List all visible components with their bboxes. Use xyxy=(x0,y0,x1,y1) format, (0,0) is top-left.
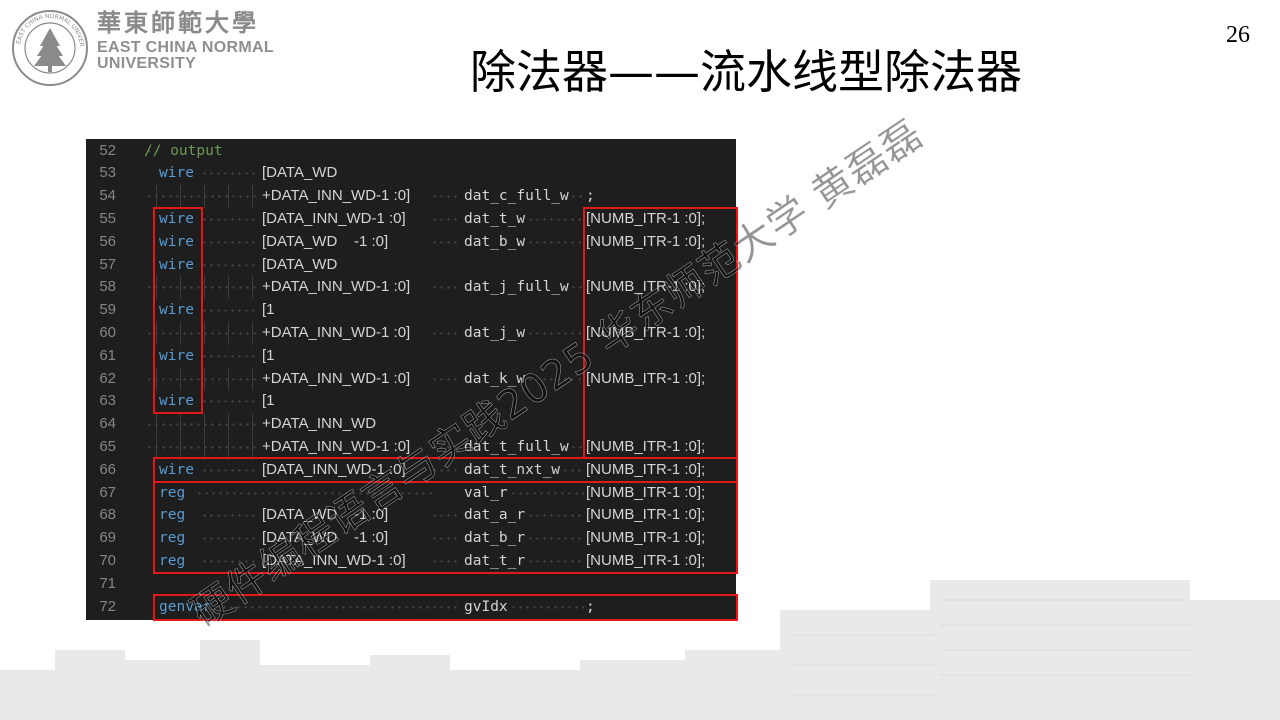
code-line: 54 +DATA_INN_WD-1 :0] dat_c_full_w; xyxy=(86,185,736,208)
code-bit-range: +DATA_INN_WD-1 :0] xyxy=(262,278,411,296)
indent-guide xyxy=(180,435,181,459)
whitespace-dots xyxy=(201,253,259,277)
indent-guide xyxy=(252,367,253,391)
whitespace-dots xyxy=(201,162,259,186)
indent-guide xyxy=(252,321,253,345)
university-name-en-line1: EAST CHINA NORMAL xyxy=(97,39,274,56)
indent-guide xyxy=(204,367,205,391)
indent-guide xyxy=(156,435,157,459)
line-number: 53 xyxy=(99,164,116,182)
indent-guide xyxy=(156,185,157,208)
whitespace-dots xyxy=(431,207,461,231)
line-number: 61 xyxy=(99,346,116,364)
line-number: 52 xyxy=(99,141,116,159)
code-identifier: dat_b_w xyxy=(464,233,526,250)
whitespace-dots xyxy=(526,230,584,254)
whitespace-dots xyxy=(570,276,584,300)
university-seal-logo: EAST CHINA NORMAL UNIVERSITY xyxy=(10,8,88,86)
indent-guide xyxy=(228,367,229,391)
indent-guide xyxy=(180,413,181,436)
indent-guide xyxy=(204,185,205,208)
whitespace-dots xyxy=(201,299,259,322)
highlight-box-wire-keywords xyxy=(153,207,203,414)
line-number: 59 xyxy=(99,301,116,319)
university-name-en: EAST CHINA NORMAL UNIVERSITY xyxy=(97,40,274,72)
line-number: 55 xyxy=(99,209,116,227)
university-name-cn: 華東師範大學 xyxy=(97,8,259,37)
line-number: 54 xyxy=(99,187,116,205)
line-number: 65 xyxy=(99,437,116,455)
indent-guide xyxy=(228,276,229,300)
indent-guide xyxy=(228,185,229,208)
whitespace-dots xyxy=(431,276,461,300)
code-bit-range: [1 xyxy=(262,392,275,410)
whitespace-dots xyxy=(526,207,584,231)
code-bit-range: [1 xyxy=(262,301,275,319)
line-number: 62 xyxy=(99,369,116,387)
whitespace-dots xyxy=(201,230,259,254)
page-number: 26 xyxy=(1226,22,1250,48)
code-bit-range: [DATA_WD -1 :0] xyxy=(262,232,389,250)
whitespace-dots xyxy=(431,230,461,254)
code-line: 52 // output xyxy=(86,139,736,163)
whitespace-dots xyxy=(201,344,259,368)
whitespace-dots xyxy=(570,185,584,208)
indent-guide xyxy=(228,321,229,345)
line-number: 68 xyxy=(99,506,116,524)
indent-guide xyxy=(156,413,157,436)
code-bit-range: [DATA_WD xyxy=(262,255,338,273)
line-number: 60 xyxy=(99,323,116,341)
indent-guide xyxy=(228,413,229,436)
line-number: 72 xyxy=(99,597,116,615)
whitespace-dots xyxy=(570,435,584,459)
line-number: 70 xyxy=(99,551,116,569)
whitespace-dots xyxy=(431,321,461,345)
code-identifier: dat_t_w xyxy=(464,210,526,227)
code-identifier: dat_j_full_w xyxy=(464,279,569,296)
code-bit-range: +DATA_INN_WD-1 :0] xyxy=(262,323,411,341)
indent-guide xyxy=(204,276,205,300)
university-name-en-line2: UNIVERSITY xyxy=(97,55,197,72)
code-identifier: dat_j_w xyxy=(464,324,526,341)
indent-guide xyxy=(204,435,205,459)
code-bit-range: +DATA_INN_WD-1 :0] xyxy=(262,369,411,387)
whitespace-dots xyxy=(201,207,259,231)
code-bit-range: [1 xyxy=(262,346,275,364)
whitespace-dots xyxy=(431,367,461,391)
code-line: 53 wire [DATA_WD xyxy=(86,162,736,186)
whitespace-dots xyxy=(146,413,258,436)
line-number: 66 xyxy=(99,460,116,478)
line-number: 69 xyxy=(99,529,116,547)
line-number: 58 xyxy=(99,278,116,296)
line-number: 71 xyxy=(99,574,116,592)
code-bit-range: +DATA_INN_WD-1 :0] xyxy=(262,187,411,205)
code-comment: // output xyxy=(144,142,223,159)
line-number: 57 xyxy=(99,255,116,273)
line-number: 63 xyxy=(99,392,116,410)
code-keyword: wire xyxy=(159,165,194,182)
line-number: 67 xyxy=(99,483,116,501)
whitespace-dots xyxy=(431,185,461,208)
code-bit-range: [DATA_WD xyxy=(262,164,338,182)
line-number: 56 xyxy=(99,232,116,250)
code-bit-range: [DATA_INN_WD-1 :0] xyxy=(262,209,406,227)
indent-guide xyxy=(252,413,253,436)
whitespace-dots xyxy=(146,185,258,208)
code-identifier: dat_c_full_w xyxy=(464,188,569,205)
indent-guide xyxy=(204,413,205,436)
indent-guide xyxy=(252,435,253,459)
line-number: 64 xyxy=(99,415,116,433)
indent-guide xyxy=(180,185,181,208)
indent-guide xyxy=(204,321,205,345)
whitespace-dots xyxy=(201,390,259,414)
code-semicolon: ; xyxy=(586,188,595,205)
slide-title: 除法器——流水线型除法器 xyxy=(470,45,1022,99)
indent-guide xyxy=(252,185,253,208)
whitespace-dots xyxy=(146,435,258,459)
indent-guide xyxy=(252,276,253,300)
code-bit-range: +DATA_INN_WD xyxy=(262,415,377,433)
indent-guide xyxy=(228,435,229,459)
